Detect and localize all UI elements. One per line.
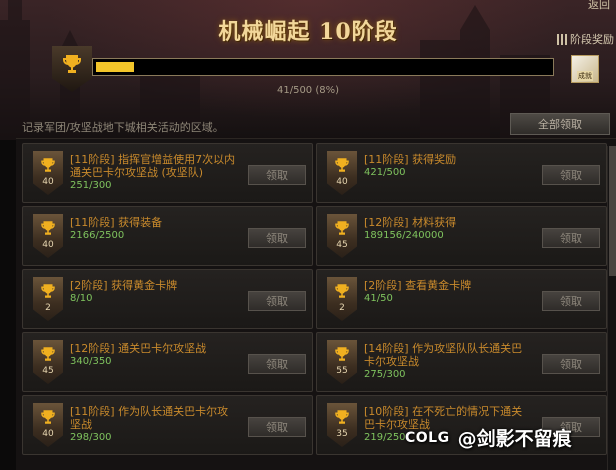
scrollbar-thumb[interactable]: [609, 146, 616, 276]
reward-tag: 成就: [577, 71, 593, 81]
achievement-title: [14阶段] 作为攻坚队队长通关巴卡尔攻坚战: [364, 342, 523, 368]
achievement-points: 40: [42, 429, 54, 439]
achievement-card: 40 [11阶段] 获得奖励 421/500 领取: [316, 143, 607, 203]
achievement-card: 45 [12阶段] 材料获得 189156/240000 领取: [316, 206, 607, 266]
achievement-progress: 219/250: [364, 432, 406, 443]
watermark-handle: @剑影不留痕: [457, 428, 572, 450]
claim-button[interactable]: 领取: [248, 417, 306, 437]
claim-button[interactable]: 领取: [542, 228, 600, 248]
trophy-icon: [41, 284, 55, 298]
achievement-points: 40: [42, 177, 54, 187]
achievement-points: 45: [42, 366, 54, 376]
stage-progress-fill: [96, 62, 134, 72]
achievement-points: 45: [336, 240, 348, 250]
achievement-title: [11阶段] 作为队长通关巴卡尔攻坚战: [70, 405, 229, 431]
achievement-title: [11阶段] 获得奖励: [364, 153, 457, 166]
achievement-card: 2 [2阶段] 查看黄金卡牌 41/50 领取: [316, 269, 607, 329]
trophy-icon: [41, 158, 55, 172]
achievement-badge: 40: [33, 151, 63, 195]
stage-progress-text: 41/500 (8%): [276, 85, 340, 96]
achievement-badge: 45: [33, 340, 63, 384]
bars-icon: [557, 33, 567, 45]
achievement-progress: 275/300: [364, 369, 406, 380]
achievement-badge: 2: [33, 277, 63, 321]
achievement-badge: 45: [327, 214, 357, 258]
claim-button[interactable]: 领取: [248, 228, 306, 248]
trophy-icon: [335, 284, 349, 298]
trophy-icon: [63, 55, 81, 73]
stage-reward-text: 阶段奖励: [570, 33, 614, 46]
achievement-card: 45 [12阶段] 通关巴卡尔攻坚战 340/350 领取: [22, 332, 313, 392]
claim-all-button[interactable]: 全部领取: [510, 113, 610, 135]
claim-button[interactable]: 领取: [248, 165, 306, 185]
achievement-title: [2阶段] 获得黄金卡牌: [70, 279, 178, 292]
achievement-points: 55: [336, 366, 348, 376]
achievement-progress: 41/50: [364, 293, 393, 304]
trophy-icon: [335, 221, 349, 235]
achievement-card: 40 [11阶段] 获得装备 2166/2500 领取: [22, 206, 313, 266]
claim-button[interactable]: 领取: [542, 165, 600, 185]
section-description: 记录军团/攻坚战地下城相关活动的区域。: [22, 121, 224, 134]
achievement-title: [2阶段] 查看黄金卡牌: [364, 279, 472, 292]
trophy-icon: [335, 158, 349, 172]
back-link[interactable]: 返回: [588, 0, 610, 12]
achievement-badge: 2: [327, 277, 357, 321]
achievement-progress: 421/500: [364, 167, 406, 178]
achievement-badge: 35: [327, 403, 357, 447]
watermark-brand: COLG: [405, 429, 450, 446]
achievement-progress: 8/10: [70, 293, 93, 304]
stage-progress-bar: [92, 58, 554, 76]
achievement-title: [11阶段] 获得装备: [70, 216, 163, 229]
trophy-icon: [41, 347, 55, 361]
achievement-points: 40: [336, 177, 348, 187]
achievement-progress: 298/300: [70, 432, 112, 443]
stage-reward-link[interactable]: 阶段奖励: [557, 31, 614, 47]
claim-button[interactable]: 领取: [248, 291, 306, 311]
achievement-progress: 251/300: [70, 180, 112, 191]
achievement-points: 2: [45, 303, 51, 313]
achievement-title: [12阶段] 通关巴卡尔攻坚战: [70, 342, 207, 355]
back-label: 返回: [588, 0, 610, 11]
achievement-card: 55 [14阶段] 作为攻坚队队长通关巴卡尔攻坚战 275/300 领取: [316, 332, 607, 392]
trophy-icon: [335, 347, 349, 361]
watermark: COLG @剑影不留痕: [405, 424, 572, 451]
achievement-points: 2: [339, 303, 345, 313]
achievement-badge: 40: [327, 151, 357, 195]
achievement-progress: 340/350: [70, 356, 112, 367]
stage-reward-item[interactable]: 成就: [571, 55, 599, 83]
claim-button[interactable]: 领取: [542, 291, 600, 311]
achievement-progress: 2166/2500: [70, 230, 125, 241]
scrollbar[interactable]: [607, 146, 616, 470]
achievement-progress: 189156/240000: [364, 230, 444, 241]
achievement-title: [11阶段] 指挥官增益使用7次以内通关巴卡尔攻坚战 (攻坚队): [70, 153, 236, 179]
trophy-icon: [41, 410, 55, 424]
trophy-icon: [335, 410, 349, 424]
achievement-badge: 40: [33, 403, 63, 447]
achievement-card: 2 [2阶段] 获得黄金卡牌 8/10 领取: [22, 269, 313, 329]
page-title: 机械崛起 10阶段: [218, 19, 398, 45]
achievement-points: 35: [336, 429, 348, 439]
claim-button[interactable]: 领取: [542, 354, 600, 374]
achievement-card: 40 [11阶段] 指挥官增益使用7次以内通关巴卡尔攻坚战 (攻坚队) 251/30…: [22, 143, 313, 203]
achievement-points: 40: [42, 240, 54, 250]
achievement-card: 40 [11阶段] 作为队长通关巴卡尔攻坚战 298/300 领取: [22, 395, 313, 455]
claim-button[interactable]: 领取: [248, 354, 306, 374]
trophy-icon: [41, 221, 55, 235]
achievement-badge: 40: [33, 214, 63, 258]
achievement-badge: 55: [327, 340, 357, 384]
achievement-title: [12阶段] 材料获得: [364, 216, 457, 229]
